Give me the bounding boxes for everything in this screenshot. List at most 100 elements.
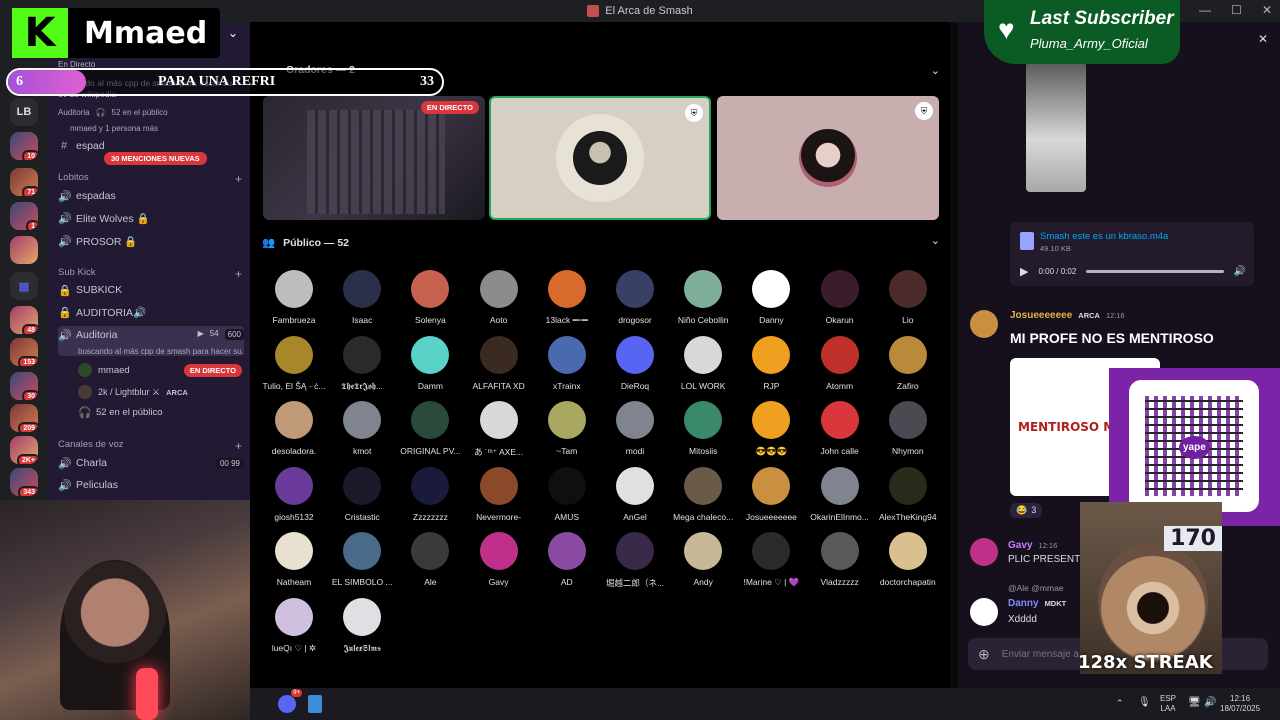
audience-member[interactable]: 𝕿𝖍𝖊𝕿𝖗𝕵𝖔𝖍...	[328, 335, 396, 392]
server-icon[interactable]: 48	[10, 306, 38, 334]
audience-member[interactable]: DieRoq	[601, 335, 669, 391]
audience-member[interactable]: Tulio, El ŠĄ - ċ...	[260, 335, 328, 391]
speaker-tile-1[interactable]: ⛨	[489, 96, 711, 220]
chevron-down-icon[interactable]: ⌄	[228, 26, 238, 40]
channel-subkick[interactable]: 🔒 SUBKICK	[58, 280, 244, 300]
audience-member[interactable]: Nevermore-	[465, 466, 533, 522]
audience-member[interactable]: Josueeeeeee	[737, 466, 805, 522]
chevron-down-icon[interactable]: ⌄	[931, 234, 940, 247]
audience-member[interactable]: あ ˙ᵐ⁺ AXE...	[465, 401, 533, 458]
audience-member[interactable]: doctorchapatin	[874, 532, 942, 587]
channel-espadas[interactable]: 🔊 espadas	[58, 186, 244, 206]
audience-member[interactable]: Lio	[874, 270, 942, 325]
audience-member[interactable]: Okarun	[806, 270, 874, 325]
stage-user-mmaed[interactable]: mmaed EN DIRECTO	[78, 360, 242, 380]
speaker-tile-2[interactable]: ⛨	[717, 96, 939, 220]
category-sub-kick[interactable]: Sub Kick +	[58, 267, 242, 281]
audience-member[interactable]: ORIGINAL PV...	[396, 401, 464, 456]
server-icon[interactable]: 30	[10, 372, 38, 400]
audience-member[interactable]: AlexTheKing94	[874, 466, 942, 522]
audience-member[interactable]: Niño Cebollin	[669, 270, 737, 325]
reaction[interactable]: 😂 3	[1010, 503, 1043, 518]
audience-member[interactable]: ~Tam	[533, 401, 601, 456]
audience-member[interactable]: EL SIMBOLO ...	[328, 532, 396, 587]
attached-video-thumbnail[interactable]	[1026, 62, 1086, 192]
chevron-down-icon[interactable]: ⌄	[931, 64, 940, 77]
audience-member[interactable]: modi	[601, 401, 669, 456]
play-icon[interactable]: ▶	[1020, 265, 1028, 278]
file-name[interactable]: Smash este es un kbraso.m4a	[1040, 231, 1168, 242]
server-icon[interactable]: 1	[10, 202, 38, 230]
discord-taskbar-icon[interactable]: 9+	[278, 689, 302, 713]
audience-member[interactable]: Danny	[737, 270, 805, 325]
stage-user-lightblur[interactable]: 2k / Lightblur ⚔ ARCA	[78, 382, 242, 402]
home-button[interactable]: LB	[10, 98, 38, 126]
audience-member[interactable]: Solenya	[396, 270, 464, 325]
audience-member[interactable]: Vladzzzzz	[806, 532, 874, 587]
mentions-badge[interactable]: 30 MENCIONES NUEVAS	[104, 148, 207, 166]
server-icon[interactable]: 10	[10, 132, 38, 160]
audience-member[interactable]: Ale	[396, 532, 464, 587]
audience-member[interactable]: !Marine ♡ | 💜	[737, 532, 805, 588]
close-button[interactable]: ✕	[1262, 3, 1272, 17]
add-attachment-icon[interactable]: ⊕	[978, 646, 990, 663]
channel-peliculas[interactable]: 🔊 Peliculas	[58, 475, 244, 495]
audience-member[interactable]: 13lack ━┉━	[533, 270, 601, 326]
audience-member[interactable]: Aoto	[465, 270, 533, 325]
audience-member[interactable]: AMUS	[533, 466, 601, 522]
server-icon[interactable]	[10, 236, 38, 264]
audience-member[interactable]: giosh5132	[260, 466, 328, 522]
speaker-tile-screenshare[interactable]: EN DIRECTO	[263, 96, 485, 220]
author-name[interactable]: Josueeeeeee	[1010, 310, 1072, 321]
avatar[interactable]	[970, 598, 998, 626]
audience-member[interactable]: Cristastic	[328, 466, 396, 522]
language-indicator[interactable]: ESP LAA	[1160, 694, 1176, 715]
audience-member[interactable]: lueQı ♡ | ✲	[260, 597, 328, 654]
audience-member[interactable]: Natheam	[260, 532, 328, 587]
server-icon[interactable]: 209	[10, 404, 38, 432]
audience-member[interactable]: Mega chaleco...	[669, 466, 737, 522]
audio-scrubber[interactable]	[1086, 269, 1224, 273]
audience-member[interactable]: AnGel	[601, 466, 669, 522]
clock[interactable]: 12:16 18/07/2025	[1220, 694, 1260, 715]
avatar[interactable]	[970, 310, 998, 338]
chevron-up-icon[interactable]: ⌃	[1116, 698, 1124, 709]
channel-charla[interactable]: 🔊 Charla 00 99	[58, 453, 244, 473]
add-channel-icon[interactable]: +	[235, 172, 242, 186]
audience-member[interactable]: 𝕵𝖚𝖑𝖊𝖝𝕾𝖑𝖒𝖘	[328, 597, 396, 654]
audience-member[interactable]: Mitosiis	[669, 401, 737, 456]
volume-icon[interactable]: 🔊	[1234, 266, 1246, 277]
server-icon[interactable]: 2K+	[10, 436, 38, 464]
audience-member[interactable]: Fambrueza	[260, 270, 328, 325]
category-voice[interactable]: Canales de voz +	[58, 439, 242, 453]
channel-elite-wolves[interactable]: 🔊 Elite Wolves 🔒	[58, 208, 244, 228]
audience-member[interactable]: Atomm	[806, 335, 874, 391]
server-icon[interactable]: 153	[10, 338, 38, 366]
audience-member[interactable]: Zafiro	[874, 335, 942, 391]
volume-icon[interactable]: 🔊	[1204, 697, 1216, 708]
audience-member[interactable]: 堀越二郎（ネ...	[601, 532, 669, 589]
category-lobitos[interactable]: Lobitos +	[58, 172, 242, 186]
network-icon[interactable]: 🖥	[1188, 697, 1201, 708]
microphone-icon[interactable]: 🎙	[1138, 697, 1151, 708]
minimize-button[interactable]: —	[1199, 3, 1211, 17]
audience-member[interactable]: Andy	[669, 532, 737, 587]
stage-audience-count[interactable]: 🎧 52 en el público	[78, 402, 242, 422]
reply-preview[interactable]: @Ale @mmae	[1008, 583, 1064, 593]
audience-member[interactable]: Gavy	[465, 532, 533, 587]
audience-member[interactable]: xTrainx	[533, 335, 601, 391]
audience-member[interactable]: OkarinElInmo...	[806, 466, 874, 522]
avatar[interactable]	[970, 538, 998, 566]
author-name[interactable]: Gavy	[1008, 540, 1032, 551]
audience-member[interactable]: John calle	[806, 401, 874, 456]
audience-member[interactable]: AD	[533, 532, 601, 587]
audience-member[interactable]: Nhymon	[874, 401, 942, 456]
add-channel-icon[interactable]: +	[235, 439, 242, 453]
channel-auditoria-voice[interactable]: 🔒 AUDITORIA🔊	[58, 302, 244, 322]
audience-member[interactable]: desoladora.	[260, 401, 328, 456]
audience-member[interactable]: Zzzzzzzz	[396, 466, 464, 522]
maximize-button[interactable]: ☐	[1231, 3, 1242, 17]
server-icon[interactable]: 71	[10, 168, 38, 196]
notepad-taskbar-icon[interactable]	[308, 695, 322, 713]
add-channel-icon[interactable]: +	[235, 267, 242, 281]
